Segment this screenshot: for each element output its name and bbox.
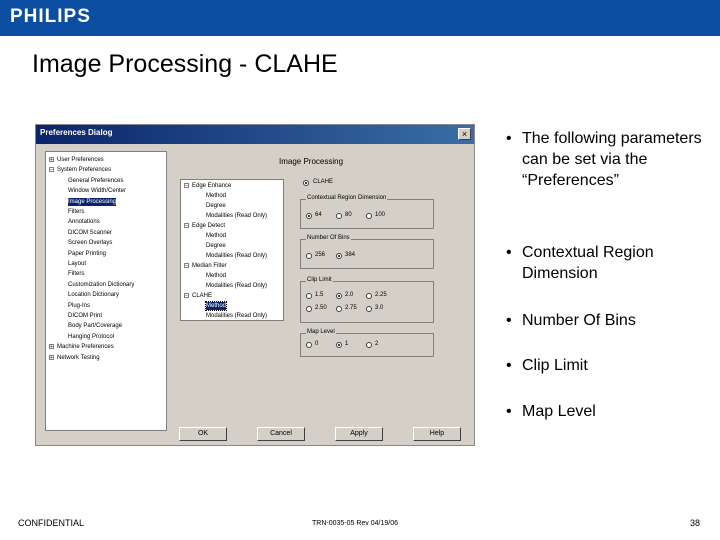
clip-limit-group xyxy=(300,281,434,323)
contextual-region-label: Contextual Region Dimension xyxy=(306,195,388,201)
bullet-text: Clip Limit xyxy=(522,357,588,374)
clip-option-label: 1.5 xyxy=(315,292,324,298)
clip-radio[interactable] xyxy=(366,306,372,312)
preferences-dialog: Preferences Dialog × + User Preferences − S… xyxy=(35,124,475,446)
method-tree-item[interactable]: Modalities (Read Only) xyxy=(206,312,267,320)
expand-icon[interactable]: + xyxy=(49,344,54,350)
contextual-option-label: 64 xyxy=(315,212,322,218)
tree-item[interactable]: Paper Printing xyxy=(68,250,106,258)
method-tree-item[interactable]: Method xyxy=(204,301,228,311)
map-option-label: 2 xyxy=(375,341,379,347)
confidential-label: CONFIDENTIAL xyxy=(18,518,85,528)
collapse-icon[interactable]: − xyxy=(184,293,189,299)
method-tree-item[interactable]: Edge Enhance xyxy=(192,182,231,190)
bins-radio[interactable] xyxy=(336,253,342,259)
clip-option-label: 2.75 xyxy=(345,305,357,311)
bullet-text: Map Level xyxy=(522,403,596,420)
collapse-icon[interactable]: − xyxy=(49,167,54,173)
clip-option-label: 2.50 xyxy=(315,305,327,311)
cancel-button[interactable]: Cancel xyxy=(257,427,305,441)
page-number: 38 xyxy=(690,518,701,528)
philips-logo: PHILIPS xyxy=(10,6,91,27)
method-tree[interactable]: − Edge Enhance Method Degree Modalities (Rea… xyxy=(180,179,284,321)
slide-title: Image Processing - CLAHE xyxy=(32,50,338,78)
map-option-label: 1 xyxy=(345,341,349,347)
clip-radio[interactable] xyxy=(336,293,342,299)
clip-radio[interactable] xyxy=(306,306,312,312)
tree-item[interactable]: Filters xyxy=(68,208,84,216)
map-radio[interactable] xyxy=(366,342,372,348)
method-tree-item[interactable]: Degree xyxy=(206,242,226,250)
method-tree-item[interactable]: Median Filter xyxy=(192,262,227,270)
tree-item[interactable]: Machine Preferences xyxy=(57,343,114,351)
contextual-option-label: 100 xyxy=(375,212,386,218)
tree-item[interactable]: Plug-Ins xyxy=(68,302,90,310)
help-button[interactable]: Help xyxy=(413,427,461,441)
method-tree-item[interactable]: Edge Detect xyxy=(192,222,225,230)
clip-option-label: 2.25 xyxy=(375,292,387,298)
contextual-radio[interactable] xyxy=(336,213,342,219)
tree-item[interactable]: Customization Dictionary xyxy=(68,281,134,289)
bullet-text: The following parameters can be set via … xyxy=(522,130,702,189)
bullet-text: Contextual Region Dimension xyxy=(522,244,654,282)
clip-radio[interactable] xyxy=(336,306,342,312)
method-tree-item[interactable]: Modalities (Read Only) xyxy=(206,252,267,260)
tree-item[interactable]: Layout xyxy=(68,260,86,268)
tree-item[interactable]: Location Dictionary xyxy=(68,291,119,299)
bullet-text: Number Of Bins xyxy=(522,312,636,329)
brand-bar: PHILIPS xyxy=(0,0,720,36)
tree-item[interactable]: DICOM Scanner xyxy=(68,229,112,237)
collapse-icon[interactable]: − xyxy=(184,223,189,229)
map-radio[interactable] xyxy=(336,342,342,348)
map-option-label: 0 xyxy=(315,341,319,347)
map-level-label: Map Level xyxy=(306,329,336,335)
tree-item[interactable]: Network Testing xyxy=(57,354,100,362)
method-tree-item[interactable]: Method xyxy=(206,232,226,240)
clahe-radio[interactable] xyxy=(303,180,309,186)
collapse-icon[interactable]: − xyxy=(184,183,189,189)
map-radio[interactable] xyxy=(306,342,312,348)
dialog-title: Preferences Dialog xyxy=(40,128,113,137)
panel-title: Image Processing xyxy=(279,157,344,166)
dialog-titlebar: Preferences Dialog × xyxy=(36,125,474,144)
tree-item[interactable]: Window Width/Center xyxy=(68,187,126,195)
preferences-tree[interactable]: + User Preferences − System Preferences Gene… xyxy=(45,151,167,431)
collapse-icon[interactable]: − xyxy=(184,263,189,269)
number-of-bins-label: Number Of Bins xyxy=(306,235,351,241)
tree-item[interactable]: Annotations xyxy=(68,218,100,226)
tree-item[interactable]: System Preferences xyxy=(57,166,111,174)
method-tree-item[interactable]: Degree xyxy=(206,202,226,210)
method-tree-item[interactable]: Method xyxy=(206,272,226,280)
clahe-label: CLAHE xyxy=(313,179,334,185)
contextual-option-label: 80 xyxy=(345,212,352,218)
close-icon[interactable]: × xyxy=(458,128,471,140)
clip-option-label: 2.0 xyxy=(345,292,354,298)
expand-icon[interactable]: + xyxy=(49,354,54,360)
method-tree-item[interactable]: Modalities (Read Only) xyxy=(206,212,267,220)
ok-button[interactable]: OK xyxy=(179,427,227,441)
contextual-radio[interactable] xyxy=(306,213,312,219)
tree-item[interactable]: General Preferences xyxy=(68,177,123,185)
tree-item[interactable]: Filters xyxy=(68,270,84,278)
document-reference: TRN-0035-05 Rev 04/19/06 xyxy=(312,520,398,527)
bins-option-label: 256 xyxy=(315,252,326,258)
tree-item[interactable]: DICOM Print xyxy=(68,312,102,320)
clip-radio[interactable] xyxy=(366,293,372,299)
method-tree-item[interactable]: Method xyxy=(206,192,226,200)
expand-icon[interactable]: + xyxy=(49,157,54,163)
method-tree-item[interactable]: CLAHE xyxy=(192,292,212,300)
tree-item[interactable]: Body Part/Coverage xyxy=(68,322,122,330)
clip-radio[interactable] xyxy=(306,293,312,299)
method-tree-item[interactable]: Modalities (Read Only) xyxy=(206,282,267,290)
contextual-radio[interactable] xyxy=(366,213,372,219)
bins-option-label: 384 xyxy=(345,252,356,258)
clip-option-label: 3.0 xyxy=(375,305,384,311)
bins-radio[interactable] xyxy=(306,253,312,259)
tree-item[interactable]: User Preferences xyxy=(57,156,104,164)
apply-button[interactable]: Apply xyxy=(335,427,383,441)
tree-item[interactable]: Screen Overlays xyxy=(68,239,112,247)
tree-item[interactable]: Hanging Protocol xyxy=(68,333,114,341)
clip-limit-label: Clip Limit xyxy=(306,277,333,283)
tree-item[interactable]: Image Processing xyxy=(68,197,117,206)
